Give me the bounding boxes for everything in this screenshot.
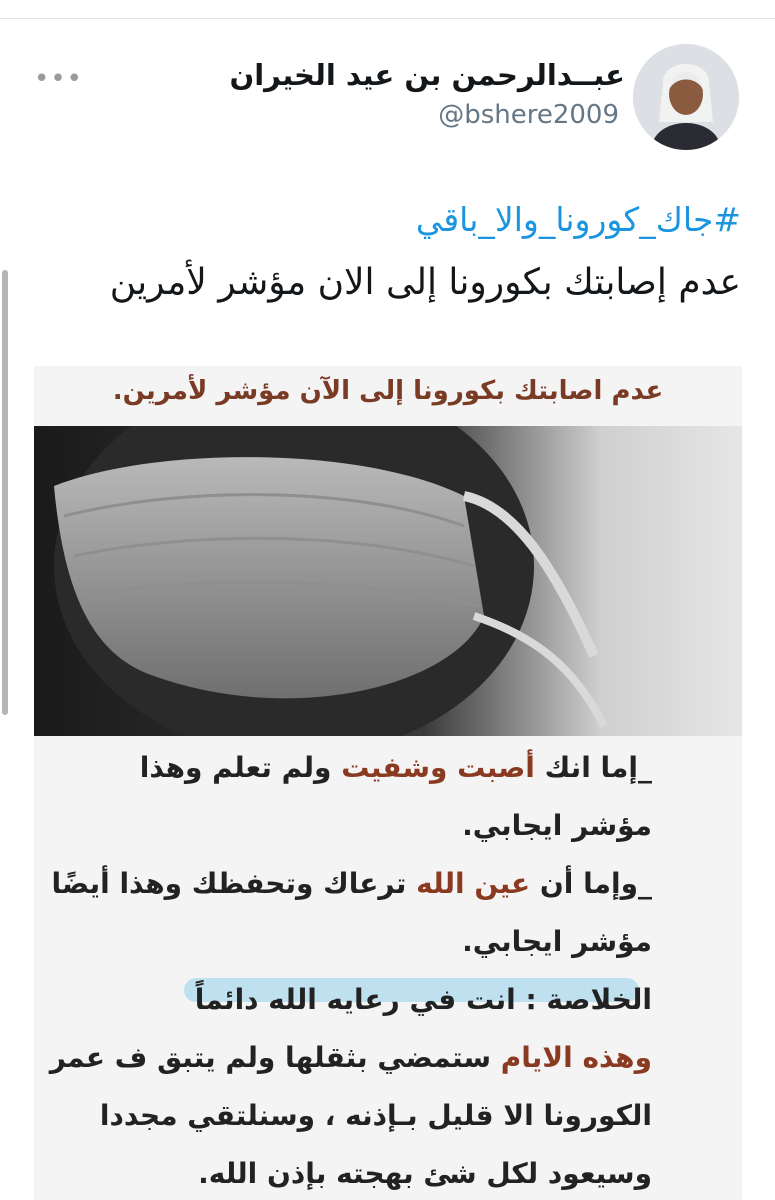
hashtag-link[interactable]: #جاك_كورونا_والا_باقي	[416, 200, 741, 239]
mask-photo	[34, 376, 742, 756]
top-divider	[0, 18, 775, 19]
media-line-1: _إما انك أصبت وشفيت ولم تعلم وهذا	[139, 751, 652, 784]
media-line-6: وهذه الايام ستمضي بثقلها ولم يتبق ف عمر	[49, 1041, 652, 1074]
media-line-8: وسيعود لكل شئ بهجته بإذن الله.	[198, 1157, 652, 1190]
more-dots-icon[interactable]: •••	[34, 64, 83, 94]
media-line-2: مؤشر ايجابي.	[462, 809, 652, 842]
media-line-4: مؤشر ايجابي.	[462, 925, 652, 958]
media-title: عدم اصابتك بكورونا إلى الآن مؤشر لأمرين.	[112, 376, 664, 406]
media-line-3: _وإما أن عين الله ترعاك وتحفظك وهذا أيضً…	[51, 867, 652, 900]
scrollbar[interactable]	[2, 270, 8, 715]
avatar[interactable]	[633, 44, 739, 150]
tweet-text: عدم إصابتك بكورونا إلى الان مؤشر لأمرين	[109, 262, 741, 303]
tweet-media[interactable]: عدم اصابتك بكورونا إلى الآن مؤشر لأمرين.	[34, 366, 742, 1200]
media-line-5: الخلاصة : انت في رعايه الله دائماً	[194, 983, 652, 1016]
media-line-7: الكورونا الا قليل بـإذنه ، وسنلتقي مجددا	[99, 1099, 652, 1132]
author-handle[interactable]: @bshere2009	[438, 100, 619, 130]
author-name[interactable]: عبــدالرحمن بن عيد الخيران	[229, 58, 625, 92]
